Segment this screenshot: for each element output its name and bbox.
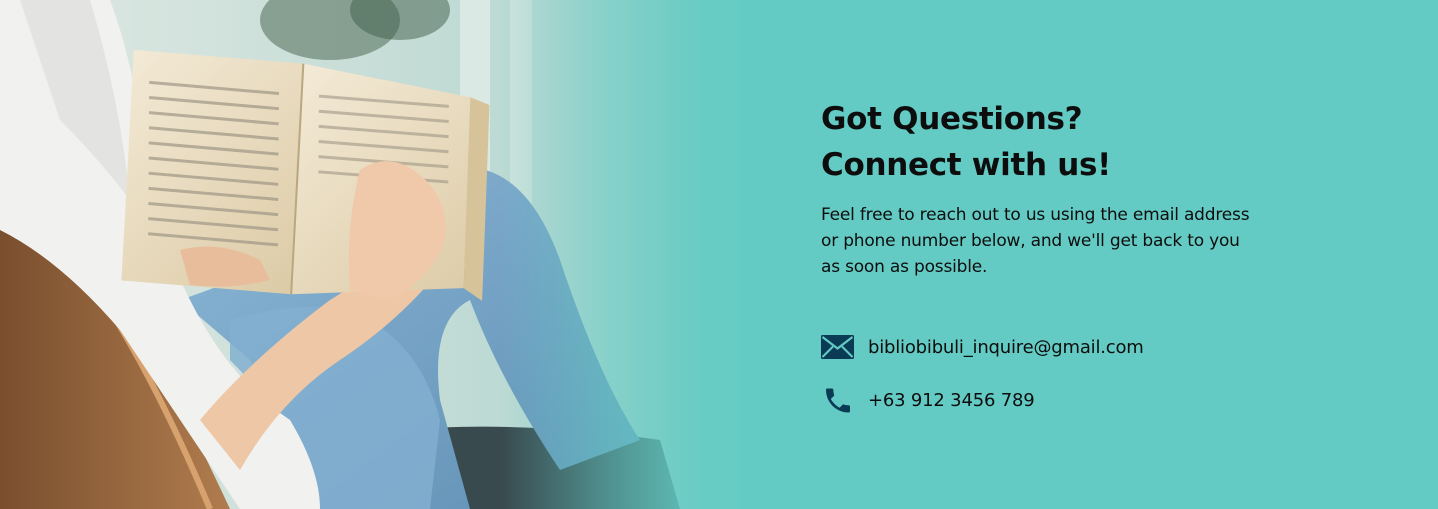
- contact-content: Got Questions? Connect with us! Feel fre…: [821, 96, 1291, 435]
- title-line-1: Got Questions?: [821, 101, 1083, 137]
- phone-icon: [821, 384, 854, 417]
- contact-banner: Got Questions? Connect with us! Feel fre…: [0, 0, 1438, 509]
- email-link[interactable]: bibliobibuli_inquire@gmail.com: [868, 337, 1144, 358]
- description-text: Feel free to reach out to us using the e…: [821, 205, 1250, 277]
- phone-contact[interactable]: +63 912 3456 789: [821, 382, 1291, 418]
- contact-list: bibliobibuli_inquire@gmail.com +63 912 3…: [821, 329, 1291, 418]
- envelope-icon: [821, 331, 854, 364]
- reading-person-photo: [0, 0, 760, 509]
- phone-number[interactable]: +63 912 3456 789: [868, 390, 1035, 411]
- email-contact[interactable]: bibliobibuli_inquire@gmail.com: [821, 329, 1291, 365]
- page-title: Got Questions? Connect with us!: [821, 96, 1291, 188]
- title-line-2: Connect with us!: [821, 147, 1112, 183]
